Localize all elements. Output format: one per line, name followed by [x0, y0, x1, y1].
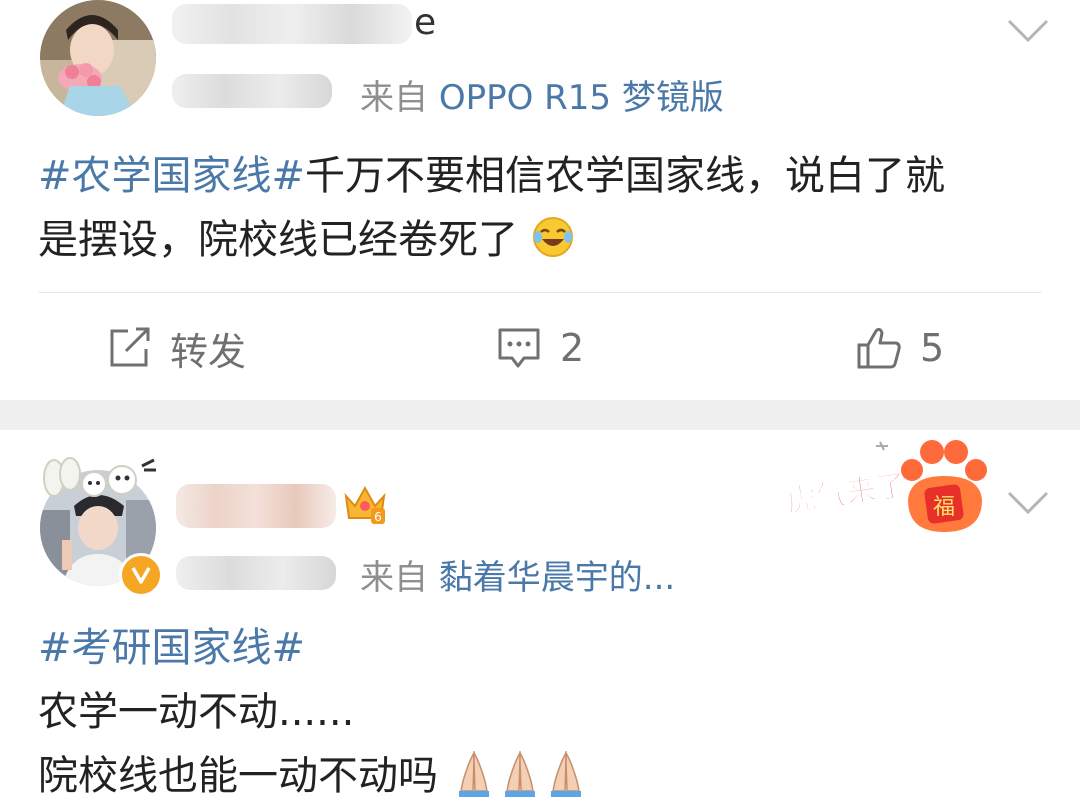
username-visible-char: e: [414, 2, 437, 43]
post-text-fragment: 是摆设，院校线已经卷死了: [38, 217, 518, 263]
comment-count: 2: [560, 326, 585, 370]
meta-from: 来自: [360, 78, 428, 118]
verified-badge-icon: [119, 553, 163, 597]
repost-button[interactable]: 转发: [106, 322, 246, 374]
post-date-blurred: [176, 556, 336, 590]
post-text-fragment: 院校线也能一动不动吗: [38, 753, 438, 799]
comment-icon: [498, 328, 540, 368]
user-avatar[interactable]: [40, 0, 156, 116]
crown-level-text: 6: [374, 510, 382, 524]
repost-label: 转发: [170, 329, 247, 374]
post-text-line-1: #考研国家线#: [38, 616, 589, 680]
post-card-1: e 来自 OPPO R15 梦镜版 #农学国家线#千万不要相信农学国家线，说白了…: [0, 0, 1080, 400]
hashtag-link[interactable]: #考研国家线#: [38, 625, 305, 671]
hashtag-link[interactable]: #农学国家线#: [38, 153, 305, 199]
laugh-cry-emoji: [532, 217, 573, 257]
crown-level-icon: 6: [344, 485, 386, 524]
meta-source[interactable]: 黏着华晨宇的...: [439, 558, 675, 598]
thumbs-up-icon: [857, 327, 901, 369]
meta-from: 来自: [360, 558, 428, 598]
post-meta: 来自 黏着华晨宇的...: [360, 550, 675, 599]
tiger-new-year-sticker[interactable]: 虎气来了 福: [780, 432, 995, 542]
praying-hands-emoji: [458, 750, 581, 797]
post-date-blurred: [172, 74, 332, 108]
post-separator: [0, 400, 1080, 430]
divider: [38, 292, 1042, 293]
chevron-down-icon[interactable]: [1006, 490, 1050, 516]
username-blurred[interactable]: [172, 4, 412, 44]
meta-source[interactable]: OPPO R15 梦镜版: [439, 78, 724, 118]
sticker-char: 福: [933, 495, 955, 520]
post-text-line-3: 院校线也能一动不动吗: [38, 744, 589, 808]
post-text-line-1: #农学国家线#千万不要相信农学国家线，说白了就: [38, 144, 945, 208]
share-icon: [110, 327, 150, 367]
post-meta: 来自 OPPO R15 梦镜版: [360, 70, 724, 119]
like-count: 5: [920, 326, 945, 370]
avatar-image: [40, 0, 156, 116]
post-text-line-2: 农学一动不动......: [38, 689, 355, 735]
post-text-line-2: 是摆设，院校线已经卷死了: [38, 208, 945, 272]
post-text: #农学国家线#千万不要相信农学国家线，说白了就 是摆设，院校线已经卷死了: [38, 144, 945, 272]
chevron-down-icon[interactable]: [1006, 18, 1050, 44]
username-blurred[interactable]: [176, 484, 336, 528]
comment-button[interactable]: 2: [496, 322, 584, 374]
post-text-fragment: 千万不要相信农学国家线，说白了就: [305, 153, 946, 199]
post-text: #考研国家线# 农学一动不动...... 院校线也能一动不动吗: [38, 616, 589, 808]
like-button[interactable]: 5: [856, 322, 944, 374]
avatar-frame-decoration: [43, 457, 156, 497]
sticker-text: 虎气来了: [784, 468, 908, 519]
